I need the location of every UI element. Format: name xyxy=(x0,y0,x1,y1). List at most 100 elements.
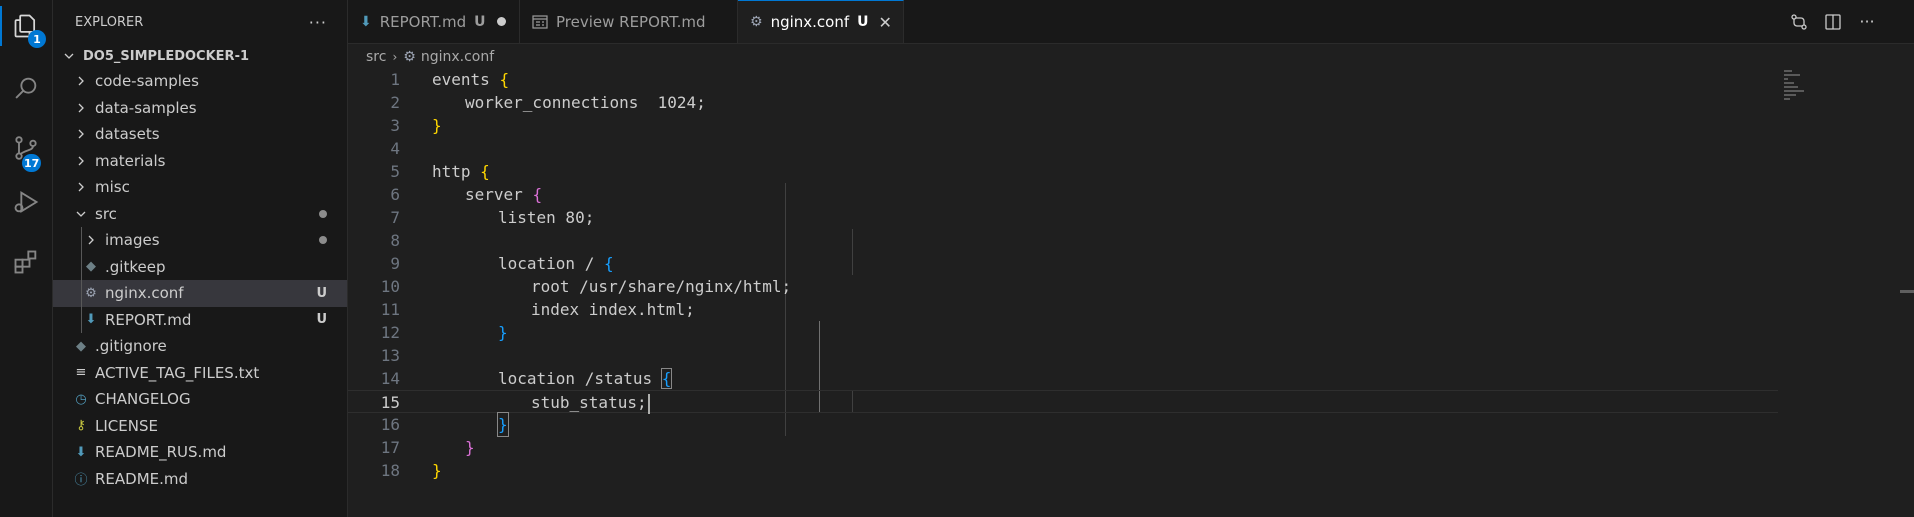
bracket: } xyxy=(497,412,509,437)
close-icon[interactable]: ✕ xyxy=(879,13,892,32)
current-code-line: 15 stub_status; xyxy=(348,390,1778,414)
code-line: 5 http { xyxy=(348,160,1778,183)
editor-actions: ··· xyxy=(1788,0,1914,43)
tree-item-images[interactable]: images xyxy=(53,227,347,254)
modified-dot xyxy=(319,236,327,245)
scrollbar[interactable] xyxy=(1900,290,1914,293)
bracket: { xyxy=(660,368,673,389)
tree-item-label: src xyxy=(95,204,117,223)
line-number: 6 xyxy=(390,185,400,204)
indent-guide xyxy=(81,280,82,307)
tree-item-readme-rus[interactable]: ⬇ README_RUS.md xyxy=(53,439,347,466)
explorer-header: EXPLORER ··· xyxy=(53,0,347,44)
tree-item-code-samples[interactable]: code-samples xyxy=(53,68,347,95)
tab-label: Preview REPORT.md xyxy=(556,12,706,31)
bracket: } xyxy=(432,116,442,135)
minimap[interactable] xyxy=(1784,70,1834,110)
bracket: { xyxy=(603,254,614,273)
tree-item-label: data-samples xyxy=(95,98,197,117)
tree-item-readme[interactable]: ⓘ README.md xyxy=(53,466,347,493)
line-number: 12 xyxy=(380,323,400,342)
gear-icon: ⚙ xyxy=(85,285,97,301)
breadcrumb-file[interactable]: nginx.conf xyxy=(421,49,494,65)
code-line: 12} xyxy=(348,321,1778,344)
tree-item-label: LICENSE xyxy=(95,416,158,435)
code-editor[interactable]: 1 events { 2 worker_connections 1024; 3} 4… xyxy=(348,68,1914,517)
line-number: 17 xyxy=(380,438,400,457)
tree-item-src[interactable]: src xyxy=(53,201,347,228)
tree-item-nginx-conf[interactable]: ⚙ nginx.conf U xyxy=(53,280,347,307)
line-number: 15 xyxy=(380,393,400,412)
split-editor-icon[interactable] xyxy=(1822,11,1844,33)
tree-item-materials[interactable]: materials xyxy=(53,148,347,175)
code-line: 18} xyxy=(348,459,1778,482)
line-number: 10 xyxy=(380,277,400,296)
tab-nginx-conf[interactable]: ⚙ nginx.conf U ✕ xyxy=(738,0,904,43)
workspace-root[interactable]: DO5_SIMPLEDOCKER-1 xyxy=(53,44,347,68)
open-changes-icon[interactable] xyxy=(1788,11,1810,33)
tree-item-active-tag-files[interactable]: ≡ ACTIVE_TAG_FILES.txt xyxy=(53,360,347,387)
tree-item-license[interactable]: ⚷ LICENSE xyxy=(53,413,347,440)
code-text: root /usr/share/nginx/html; xyxy=(531,277,792,296)
line-number: 9 xyxy=(390,254,400,273)
tree-item-label: misc xyxy=(95,178,130,197)
code-line: 8 xyxy=(348,229,1778,252)
tab-label: nginx.conf xyxy=(770,13,850,31)
editor-tabs: ⬇ REPORT.md U Preview REPORT.md ⚙ nginx.… xyxy=(348,0,1914,44)
code-line: 3} xyxy=(348,114,1778,137)
code-line: 2 worker_connections 1024; xyxy=(348,91,1778,114)
tree-item-label: CHANGELOG xyxy=(95,390,191,409)
code-text: http xyxy=(432,162,481,181)
code-line: 7 listen 80; xyxy=(348,206,1778,229)
tree-item-label: .gitkeep xyxy=(105,257,166,276)
code-line: 6 server { xyxy=(348,183,1778,206)
tab-report-md[interactable]: ⬇ REPORT.md U xyxy=(348,0,520,43)
license-icon: ⚷ xyxy=(76,418,86,434)
tree-item-data-samples[interactable]: data-samples xyxy=(53,95,347,122)
tree-item-label: images xyxy=(105,231,160,250)
code-line: 1 events { xyxy=(348,68,1778,91)
code-line: 14 location /status { xyxy=(348,367,1778,390)
code-text: stub_status; xyxy=(531,393,647,412)
source-control-icon[interactable]: 17 xyxy=(0,124,52,172)
chevron-right-icon xyxy=(73,153,89,169)
code-text: events xyxy=(432,70,500,89)
line-number: 1 xyxy=(390,70,400,89)
unsaved-dot-icon[interactable] xyxy=(497,17,507,26)
extensions-icon[interactable] xyxy=(0,238,52,286)
line-number: 2 xyxy=(390,93,400,112)
chevron-right-icon xyxy=(83,232,99,248)
run-debug-icon[interactable] xyxy=(0,178,52,226)
breadcrumb-folder[interactable]: src xyxy=(366,49,386,65)
info-icon: ⓘ xyxy=(74,473,88,489)
line-number: 11 xyxy=(380,300,400,319)
indent-guide xyxy=(81,306,82,333)
code-text: listen 80; xyxy=(498,208,595,227)
line-number: 14 xyxy=(380,369,400,388)
clock-icon: ◷ xyxy=(75,391,87,407)
tree-item-gitignore[interactable]: ◆ .gitignore xyxy=(53,333,347,360)
git-file-icon: ◆ xyxy=(86,259,96,275)
more-actions-icon[interactable]: ··· xyxy=(309,13,327,32)
tree-item-misc[interactable]: misc xyxy=(53,174,347,201)
more-actions-icon[interactable]: ··· xyxy=(1856,11,1878,33)
text-cursor xyxy=(647,393,650,414)
search-icon[interactable] xyxy=(0,64,52,112)
explorer-icon[interactable]: 1 xyxy=(0,2,52,50)
breadcrumb: src › ⚙ nginx.conf xyxy=(366,46,494,68)
tree-item-gitkeep[interactable]: ◆ .gitkeep xyxy=(53,253,347,280)
tab-preview-report[interactable]: Preview REPORT.md xyxy=(520,0,738,43)
gear-icon: ⚙ xyxy=(403,49,416,65)
tree-item-label: nginx.conf xyxy=(105,284,184,303)
tree-item-label: datasets xyxy=(95,125,160,144)
tree-item-report-md[interactable]: ⬇ REPORT.md U xyxy=(53,306,347,333)
markdown-file-icon: ⬇ xyxy=(360,13,372,30)
tree-item-datasets[interactable]: datasets xyxy=(53,121,347,148)
modified-dot xyxy=(319,209,327,218)
gear-icon: ⚙ xyxy=(750,14,763,30)
tree-item-label: .gitignore xyxy=(95,337,167,356)
line-number: 3 xyxy=(390,116,400,135)
untracked-badge: U xyxy=(474,13,486,30)
activity-bar: 1 17 xyxy=(0,0,53,517)
tree-item-changelog[interactable]: ◷ CHANGELOG xyxy=(53,386,347,413)
